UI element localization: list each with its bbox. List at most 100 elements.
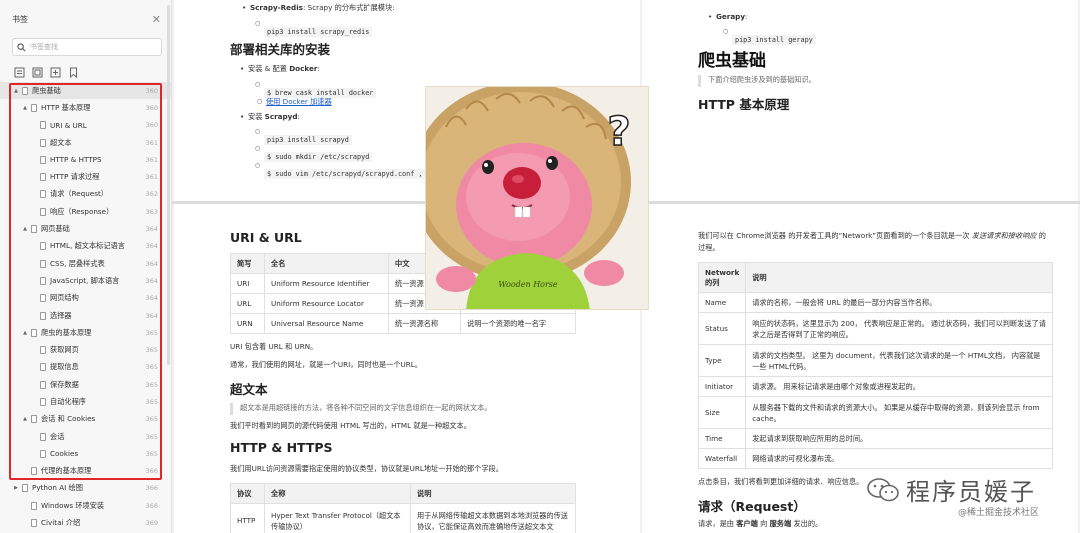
bookmark-item[interactable]: HTTP 请求过程 361 [0,168,171,185]
add-bookmark-icon[interactable] [50,63,61,78]
table-cell: 说明一个资源的唯一名字 [460,313,576,334]
request-title: 请求（Request） [698,499,806,514]
sidebar-title: 书签 [12,14,28,24]
bookmark-item[interactable]: 保存数据 365 [0,376,171,393]
bookmark-item[interactable]: ▶ Python AI 绘图 366 [0,480,171,497]
uri-note-1: URI 包含着 URL 和 URN。 [230,342,318,351]
table-cell: Time [697,428,747,449]
bookmark-page-number: 364 [145,225,158,234]
bookmark-page-number: 361 [145,173,158,182]
bookmark-page-icon [22,484,28,493]
collapse-all-icon[interactable] [32,63,43,78]
bookmark-search[interactable] [12,38,162,56]
https-desc: 我们用URL访问资源需要指定使用的协议类型，协议就是URL地址一开始的那个字段。 [230,464,503,473]
bookmark-item[interactable]: ▲ 爬虫基础 360 [0,82,171,100]
bookmark-page-icon [40,242,46,251]
bookmark-page-icon [40,173,46,182]
bookmark-label: 爬虫的基本原理 [41,327,92,337]
table-cell: 响应的状态码，这里显示为 200， 代表响应是正常的。 通过状态码，我们可以判断… [745,312,1053,345]
bookmark-label: 响应（Response） [50,206,114,216]
bookmark-item[interactable]: URI & URL 360 [0,117,171,134]
expand-arrow-icon[interactable]: ▲ [21,416,29,422]
bookmark-item[interactable]: Cookies 365 [0,445,171,462]
bookmark-item[interactable]: HTTP & HTTPS 361 [0,151,171,168]
network-intro-2: 过程。 [698,243,720,252]
bookmark-item[interactable]: ▲ 会话 和 Cookies 365 [0,411,171,428]
cmd-item: pip3 install gerapy [723,27,816,46]
beaver-plush-illustration: Wooden Horse ? [426,87,648,309]
bookmark-item[interactable]: HTML, 超文本标记语言 364 [0,238,171,255]
table-cell: Hyper Text Transfer Protocol（超文本传输协议） [264,503,411,533]
bookmark-label: 爬虫基础 [32,85,61,95]
expand-arrow-icon[interactable]: ▲ [21,226,29,232]
bookmark-page-number: 369 [145,519,158,528]
bookmark-label: 自动化程序 [50,396,86,406]
https-title: HTTP & HTTPS [230,440,333,455]
bookmark-item[interactable]: 超文本 361 [0,134,171,151]
request-text: 发出的。 [791,519,823,528]
bookmark-item[interactable]: 网页结构 364 [0,290,171,307]
table-cell: 请求源。 用来标记请求是由哪个对象或进程发起的。 [745,376,1053,397]
bookmark-page-icon [40,380,46,389]
docker-accelerator-link[interactable]: 使用 Docker 加速器 [266,97,332,106]
expand-all-icon[interactable] [14,63,25,78]
bookmark-item[interactable]: Windows 环境安装 366 [0,497,171,514]
expand-arrow-icon[interactable]: ▲ [12,88,20,94]
table-cell: Uniform Resource Locator [264,293,389,314]
network-intro: 我们可以在 Chrome浏览器 的开发者工具的“Network”页面看到的一个条… [698,231,1046,241]
search-input[interactable] [30,43,150,51]
expand-arrow-icon[interactable]: ▶ [12,485,20,491]
bookmark-item[interactable]: ▲ 爬虫的基本原理 365 [0,324,171,341]
bookmark-ribbon-icon[interactable] [68,63,79,79]
bookmark-item[interactable]: 代理的基本原理 366 [0,463,171,480]
scrapy-redis-label: Scrapy-Redis [250,3,303,12]
expand-arrow-icon[interactable]: ▲ [21,105,29,111]
bookmark-page-number: 362 [145,190,158,199]
bookmark-item[interactable]: ▲ 网页基础 364 [0,220,171,237]
bookmark-item[interactable]: 请求（Request） 362 [0,186,171,203]
meme-sticker-image: Wooden Horse ? [425,86,649,310]
bookmark-item[interactable]: 会话 365 [0,428,171,445]
bookmark-page-icon [40,449,46,458]
bookmark-item[interactable]: JavaScript, 脚本语言 364 [0,272,171,289]
bookmark-page-number: 366 [145,467,158,476]
table-row: Status 响应的状态码，这里显示为 200， 代表响应是正常的。 通过状态码，… [697,312,1053,345]
table-header: 全称 [264,483,411,504]
uri-url-title: URI & URL [230,230,302,245]
sidebar-scrollbar[interactable] [167,5,170,365]
bookmark-page-number: 364 [145,276,158,285]
bookmark-item[interactable]: 响应（Response） 363 [0,203,171,220]
bookmark-page-number: 363 [145,207,158,216]
bookmark-page-icon [40,138,46,147]
bookmark-page-icon [31,519,37,528]
hypertext-desc: 我们平时看到的网页的源代码使用 HTML 写出的，HTML 就是一种超文本。 [230,421,471,430]
bookmark-item[interactable]: Civitai 介绍 369 [0,514,171,531]
bookmark-label: Windows 环境安装 [41,500,105,510]
bookmark-page-number: 365 [145,415,158,424]
scrapyd-suffix: : [297,112,300,121]
table-header: 简写 [230,253,265,274]
bookmark-item[interactable]: 自动化程序 365 [0,393,171,410]
bookmark-item[interactable]: CSS, 层叠样式表 364 [0,255,171,272]
bookmark-label: HTTP & HTTPS [50,155,102,165]
expand-arrow-icon[interactable]: ▲ [21,330,29,336]
bookmark-item[interactable]: 选择器 364 [0,307,171,324]
bookmark-page-icon [31,467,37,476]
docker-prefix: 安装 & 配置 [248,64,290,73]
bookmark-label: 保存数据 [50,379,79,389]
bookmark-page-number: 366 [145,501,158,510]
bookmark-page-icon [40,311,46,320]
scrapyd-prefix: 安装 [248,112,265,121]
gerapy-item: Gerapy: [708,12,748,21]
request-text: 向 [757,519,770,528]
bookmark-item[interactable]: 获取网页 365 [0,341,171,358]
close-icon[interactable]: ✕ [152,13,161,26]
table-row: Waterfall 网络请求的可视化瀑布流。 [697,448,1053,469]
table-row: Name 请求的名称，一般会将 URL 的最后一部分内容当作名称。 [697,292,1053,313]
bookmark-item[interactable]: ▲ HTTP 基本原理 360 [0,99,171,116]
bookmark-page-icon [40,121,46,130]
bookmark-item[interactable]: 提取信息 365 [0,359,171,376]
intro-text: 的 [1036,231,1046,240]
bookmark-page-number: 364 [145,294,158,303]
request-client: 客户端 [736,519,758,528]
